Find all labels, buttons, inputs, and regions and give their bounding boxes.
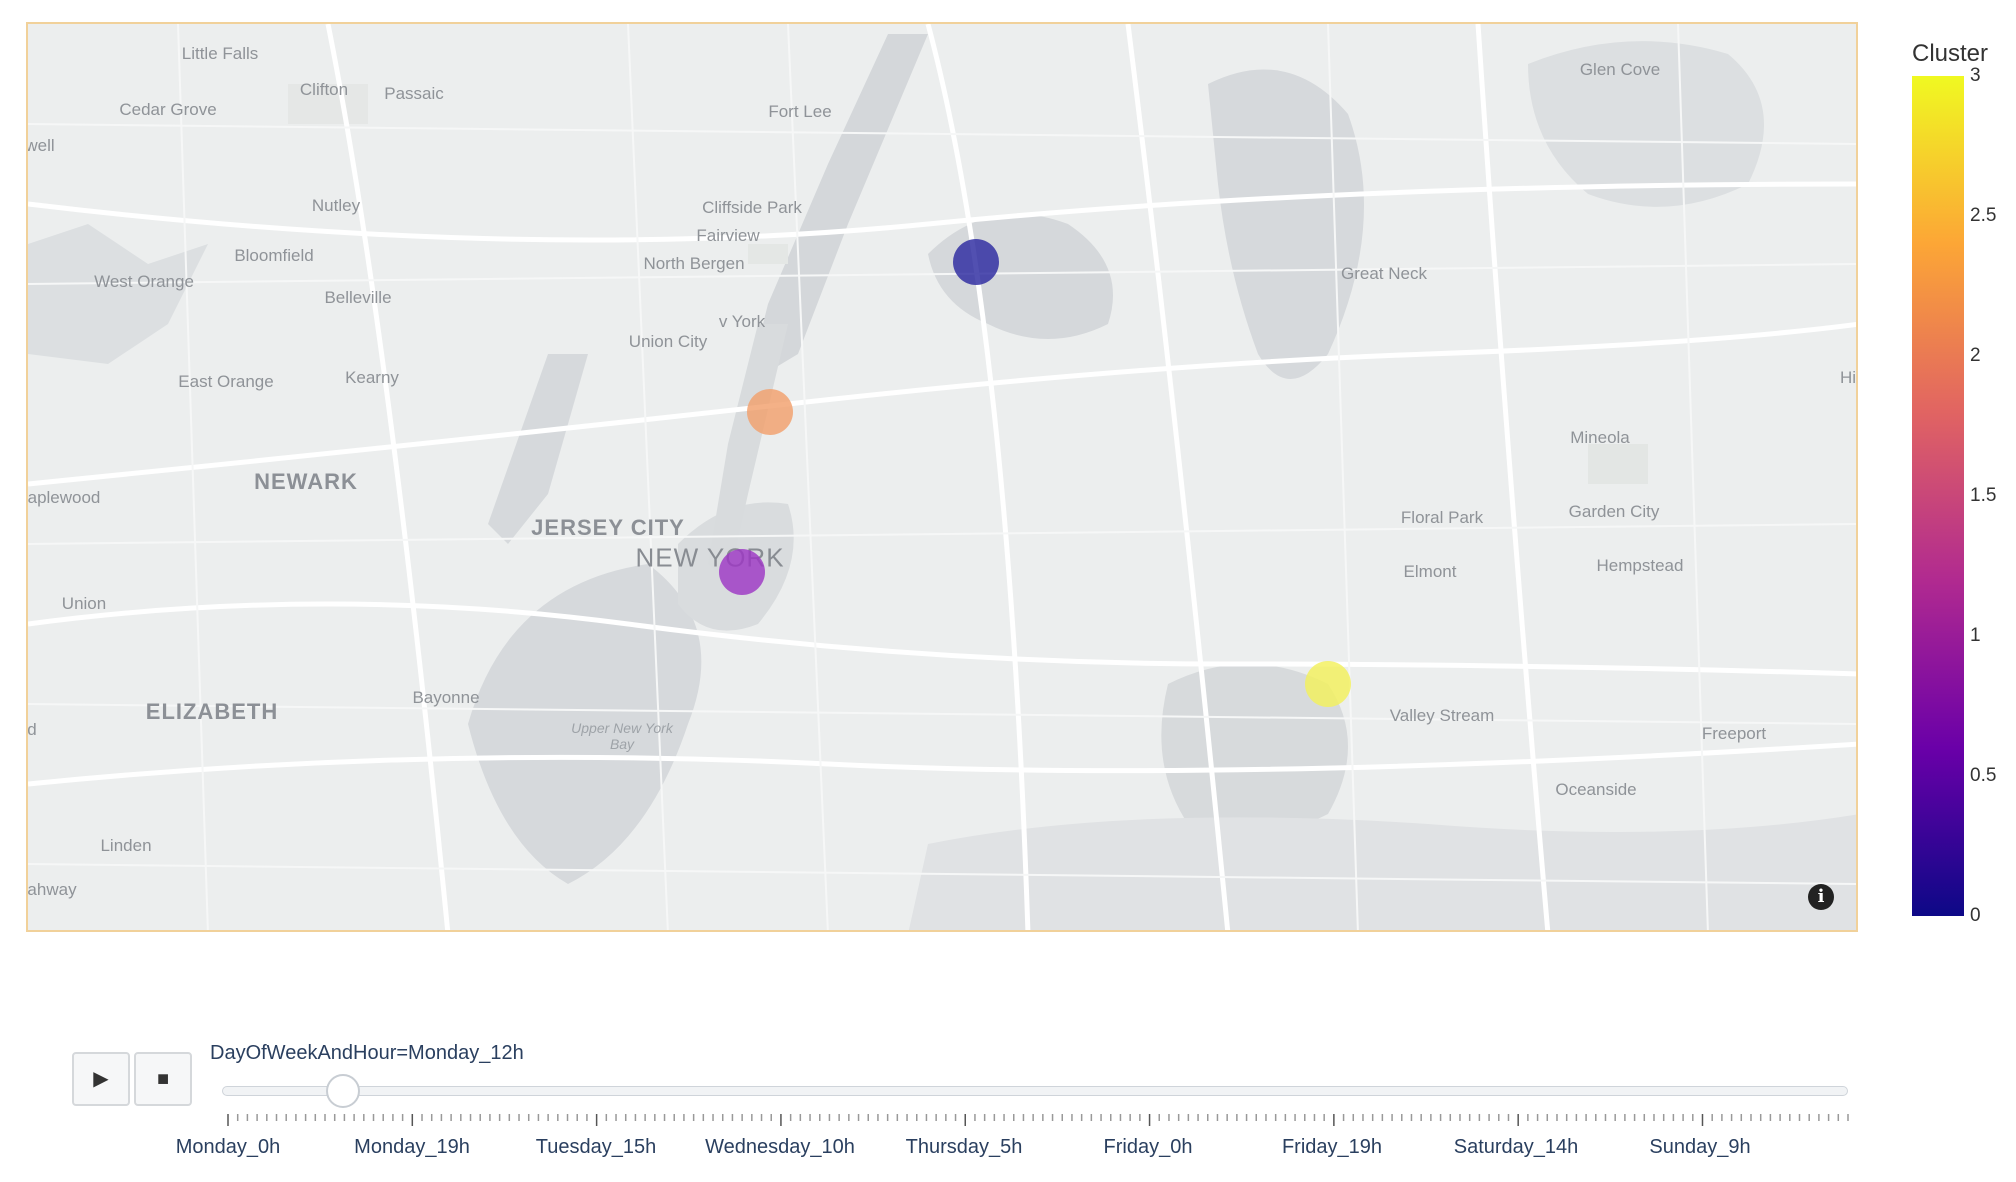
place-label: v York	[718, 312, 766, 331]
slider-current-value: DayOfWeekAndHour=Monday_12h	[210, 1042, 524, 1064]
colorbar-tick: 1.5	[1970, 485, 1997, 506]
slider-tick-label[interactable]: Thursday_5h	[906, 1136, 1023, 1159]
place-label: Fort Lee	[768, 102, 832, 121]
slider-tick-label[interactable]: Friday_0h	[1104, 1136, 1193, 1159]
water-label: Upper New York Bay	[571, 720, 673, 752]
colorbar-tick: 1	[1970, 625, 1981, 646]
place-label: Passaic	[384, 84, 444, 103]
place-label: Linden	[100, 836, 152, 855]
place-label: d	[27, 720, 37, 739]
place-label: Hi	[1839, 368, 1857, 387]
place-label: aplewood	[27, 488, 101, 507]
colorbar-tick: 3	[1970, 65, 1981, 86]
cluster-marker[interactable]	[747, 389, 793, 435]
place-label: Hempstead	[1596, 556, 1684, 575]
info-icon[interactable]: i	[1808, 884, 1834, 910]
place-label: Freeport	[1701, 724, 1767, 743]
place-label: East Orange	[178, 372, 274, 391]
place-label: Little Falls	[181, 44, 259, 63]
cluster-marker[interactable]	[719, 549, 765, 595]
cluster-marker[interactable]	[1305, 661, 1351, 707]
place-label: North Bergen	[643, 254, 745, 273]
slider-tick-label[interactable]: Monday_19h	[354, 1136, 470, 1159]
place-label: Bloomfield	[234, 246, 314, 265]
place-label: Bayonne	[412, 688, 480, 707]
colorbar-tick: 0.5	[1970, 765, 1997, 786]
slider-tick-label[interactable]: Friday_19h	[1282, 1136, 1382, 1159]
place-label: Garden City	[1568, 502, 1660, 521]
colorbar	[1912, 76, 1964, 916]
place-label: Union	[61, 594, 107, 613]
stop-button[interactable]: ■	[134, 1052, 192, 1106]
slider-ticks	[227, 1114, 1849, 1126]
place-label: Cliffside Park	[702, 198, 802, 217]
place-label: ahway	[27, 880, 77, 899]
place-label: Oceanside	[1555, 780, 1637, 799]
place-label: Belleville	[324, 288, 392, 307]
time-slider-handle[interactable]	[325, 1074, 360, 1108]
place-label: Kearny	[345, 368, 399, 387]
place-label: West Orange	[94, 272, 194, 291]
place-label: Clifton	[299, 80, 349, 99]
place-label: Valley Stream	[1389, 706, 1495, 725]
colorbar-tick: 2	[1970, 345, 1981, 366]
place-label: Floral Park	[1400, 508, 1484, 527]
time-slider-track[interactable]	[222, 1086, 1848, 1096]
place-label: Cedar Grove	[119, 100, 217, 119]
colorbar-tick: 2.5	[1970, 205, 1997, 226]
colorbar-title: Cluster	[1912, 40, 1989, 67]
place-label: Union City	[628, 332, 708, 351]
play-button[interactable]: ▶	[72, 1052, 130, 1106]
map-panel[interactable]: Little Falls Clifton Passaic Cedar Grove…	[26, 22, 1858, 932]
slider-tick-label[interactable]: Tuesday_15h	[536, 1136, 656, 1159]
place-label: Elmont	[1403, 562, 1457, 581]
place-label: well	[26, 136, 55, 155]
place-label: Glen Cove	[1579, 60, 1661, 79]
slider-tick-label[interactable]: Saturday_14h	[1454, 1136, 1579, 1159]
colorbar-tick: 0	[1970, 905, 1981, 926]
cluster-marker[interactable]	[953, 239, 999, 285]
play-icon: ▶	[93, 1068, 109, 1090]
place-label: Great Neck	[1341, 264, 1427, 283]
place-label: NEWARK	[254, 469, 358, 494]
place-label: ELIZABETH	[145, 699, 279, 724]
slider-tick-label[interactable]: Monday_0h	[176, 1136, 281, 1159]
place-label: Nutley	[311, 196, 361, 215]
slider-tick-label[interactable]: Sunday_9h	[1649, 1136, 1750, 1159]
place-label: JERSEY CITY	[531, 515, 685, 540]
place-label: Mineola	[1570, 428, 1630, 447]
stop-icon: ■	[156, 1068, 170, 1090]
slider-tick-label[interactable]: Wednesday_10h	[705, 1136, 855, 1159]
place-label: Fairview	[696, 226, 760, 245]
